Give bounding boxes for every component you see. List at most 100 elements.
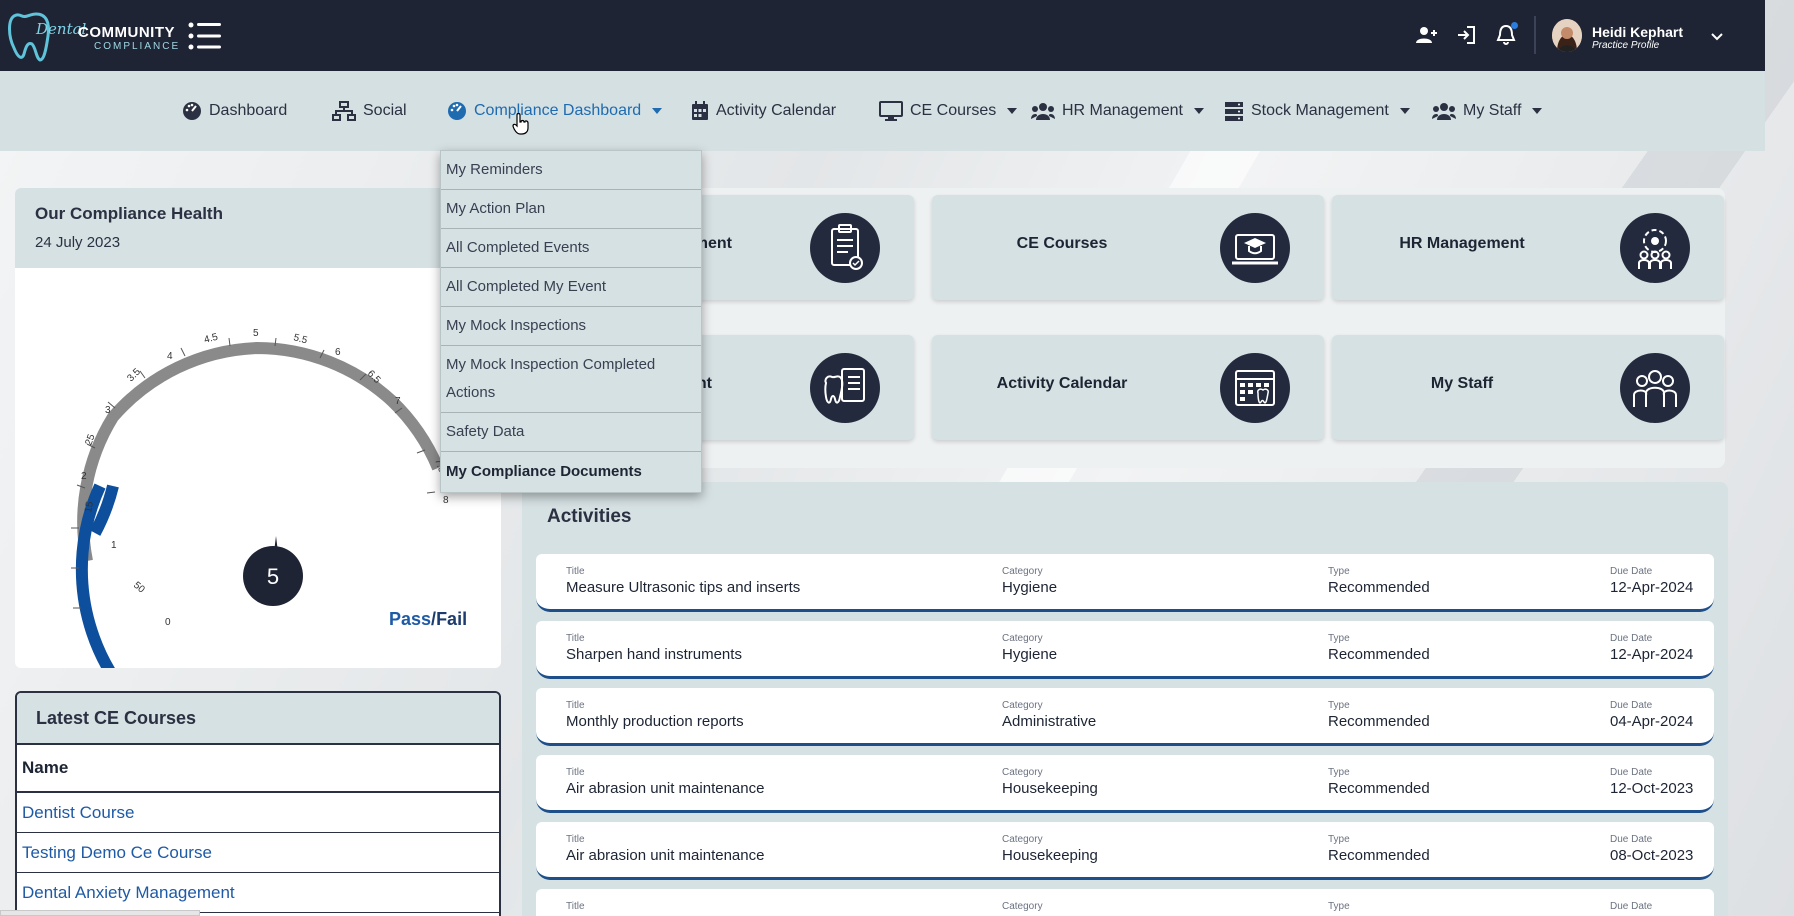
activity-title-cell: Title Air abrasion unit maintenance <box>566 834 764 864</box>
users-icon <box>1031 103 1055 120</box>
team-gear-icon <box>1620 213 1690 283</box>
activity-due-cell: Due Date 12-Apr-2024 <box>1610 633 1693 663</box>
activity-type-cell: Type Recommended <box>1328 633 1430 663</box>
activity-type-caption: Type <box>1328 633 1350 644</box>
nav-dashboard[interactable]: Dashboard <box>182 99 287 123</box>
menu-item-mock-inspection-completed-actions[interactable]: My Mock Inspection Completed Actions <box>441 346 701 413</box>
activity-due-cell: Due Date 04-Apr-2024 <box>1610 700 1693 730</box>
sign-in-icon[interactable] <box>1455 24 1477 46</box>
compliance-dropdown-menu: My Reminders My Action Plan All Complete… <box>440 150 702 493</box>
nav-stock-management[interactable]: Stock Management <box>1224 99 1410 123</box>
tile-ce-courses[interactable]: CE Courses <box>932 195 1324 300</box>
tile-label: My Staff <box>1430 375 1494 392</box>
activity-due-caption: Due Date <box>1610 767 1653 778</box>
nav-compliance-label: Compliance Dashboard <box>474 102 642 119</box>
nav-social[interactable]: Social <box>332 99 407 123</box>
ce-course-link[interactable]: Dental Anxiety Management <box>17 873 499 913</box>
server-icon <box>1225 102 1243 121</box>
activity-title-cell: Title Monthly production reports <box>566 700 744 730</box>
activity-type-caption: Type <box>1328 834 1350 845</box>
tick-2: 2 <box>81 471 87 482</box>
health-title: Our Compliance Health <box>35 204 223 223</box>
activities-title: Activities <box>547 506 632 527</box>
calendar-icon <box>692 101 708 120</box>
nav-staff-label: My Staff <box>1463 102 1522 119</box>
tile-hr-management[interactable]: HR Management <box>1332 195 1724 300</box>
activity-category-caption: Category <box>1002 700 1043 711</box>
health-date: 24 July 2023 <box>35 234 121 251</box>
caret-down-icon <box>1532 108 1543 114</box>
activity-title-value: Air abrasion unit maintenance <box>566 780 765 797</box>
brand-sub-text: COMPLIANCE <box>94 41 181 52</box>
health-header: Our Compliance Health 24 July 2023 <box>15 188 501 268</box>
activity-row[interactable]: Title Measure Ultrasonic tips and inserts… <box>536 554 1714 612</box>
ce-card-title: Latest CE Courses <box>17 693 499 745</box>
bell-icon[interactable] <box>1495 22 1518 46</box>
activity-category-caption: Category <box>1002 633 1043 644</box>
tooth-clipboard-icon <box>810 353 880 423</box>
activity-row[interactable]: Title Air abrasion unit maintenance Catego… <box>536 755 1714 813</box>
graduation-laptop-icon <box>1220 213 1290 283</box>
menu-item-my-action-plan[interactable]: My Action Plan <box>441 190 701 229</box>
add-user-icon[interactable] <box>1415 24 1437 46</box>
nav-compliance-dashboard[interactable]: Compliance Dashboard <box>447 99 663 135</box>
tile-label: Activity Calendar <box>996 375 1128 392</box>
activities-panel: Activities Title Measure Ultrasonic tips … <box>522 482 1728 916</box>
activity-row[interactable]: Title Sharpen hand instruments Category Hyg… <box>536 621 1714 679</box>
menu-toggle-icon[interactable] <box>188 22 222 50</box>
nav-hr-management[interactable]: HR Management <box>1031 99 1204 123</box>
menu-item-all-completed-my-event[interactable]: All Completed My Event <box>441 268 701 307</box>
activity-category-caption: Category <box>1002 901 1043 912</box>
activity-type-cell: Type Recommended <box>1328 566 1430 596</box>
activity-title-caption: Title <box>566 700 585 711</box>
tile-activity-calendar[interactable]: Activity Calendar <box>932 335 1324 440</box>
user-role: Practice Profile <box>1592 40 1660 51</box>
top-bar: Dental COMMUNITY COMPLIANCE Heidi Kephar… <box>0 0 1765 71</box>
ce-course-link[interactable]: Testing Demo Ce Course <box>17 833 499 873</box>
activity-title-caption: Title <box>566 633 585 644</box>
dashboard-icon <box>183 102 201 120</box>
menu-item-all-completed-events[interactable]: All Completed Events <box>441 229 701 268</box>
activity-row[interactable]: Title Air abrasion unit maintenance Catego… <box>536 822 1714 880</box>
activity-due-cell: Due Date 12-Apr-2024 <box>1610 566 1693 596</box>
menu-item-safety-data[interactable]: Safety Data <box>441 413 701 452</box>
activity-title-caption: Title <box>566 566 585 577</box>
activity-category-caption: Category <box>1002 566 1043 577</box>
brand-logo[interactable]: Dental COMMUNITY COMPLIANCE <box>6 6 178 64</box>
activity-type-cell: Type Recommended <box>1328 767 1430 797</box>
activity-title-value: Sharpen hand instruments <box>566 646 742 663</box>
activity-due-value: 12-Apr-2024 <box>1610 646 1694 663</box>
nav-activity-calendar[interactable]: Activity Calendar <box>691 99 836 123</box>
activity-category-value: Housekeeping <box>1002 847 1098 864</box>
activity-due-cell: Due Date 08-Oct-2023 <box>1610 834 1693 864</box>
nav-ce-courses[interactable]: CE Courses <box>879 99 1018 123</box>
activity-type-cell: Type Recommended <box>1328 700 1430 730</box>
activity-row[interactable]: Title Monthly production reports Category A… <box>536 688 1714 746</box>
activity-category-cell: Category Housekeeping <box>1002 767 1098 797</box>
tile-my-staff[interactable]: My Staff <box>1332 335 1724 440</box>
ce-course-link[interactable]: Dentist Course <box>17 793 499 833</box>
activity-type-value: Recommended <box>1328 780 1430 797</box>
monitor-icon <box>879 101 903 121</box>
gauge-icon <box>448 102 466 120</box>
activity-type-caption: Type <box>1328 767 1350 778</box>
activity-type-value: Recommended <box>1328 847 1430 864</box>
tick-8: 8 <box>443 495 449 506</box>
menu-item-my-mock-inspections[interactable]: My Mock Inspections <box>441 307 701 346</box>
activity-title-value: Measure Ultrasonic tips and inserts <box>566 579 801 596</box>
user-menu[interactable]: Heidi Kephart Practice Profile <box>1552 18 1732 56</box>
main-nav: Dashboard Social Compliance Dashboard Ac… <box>0 71 1765 151</box>
activity-type-value: Recommended <box>1328 579 1430 596</box>
menu-item-my-reminders[interactable]: My Reminders <box>441 151 701 190</box>
nav-hr-label: HR Management <box>1062 102 1183 119</box>
chevron-down-icon <box>1711 33 1723 41</box>
activity-due-value: 12-Apr-2024 <box>1610 579 1694 596</box>
activity-row[interactable]: Title Category Type Due Date <box>536 889 1714 916</box>
hand-cursor-icon <box>512 113 529 135</box>
activity-type-caption: Type <box>1328 566 1350 577</box>
menu-item-my-compliance-documents[interactable]: My Compliance Documents <box>441 452 701 491</box>
nav-dashboard-label: Dashboard <box>209 102 288 119</box>
tile-label: CE Courses <box>1016 235 1108 252</box>
nav-my-staff[interactable]: My Staff <box>1432 99 1543 123</box>
activity-due-cell: Due Date <box>1610 901 1652 914</box>
